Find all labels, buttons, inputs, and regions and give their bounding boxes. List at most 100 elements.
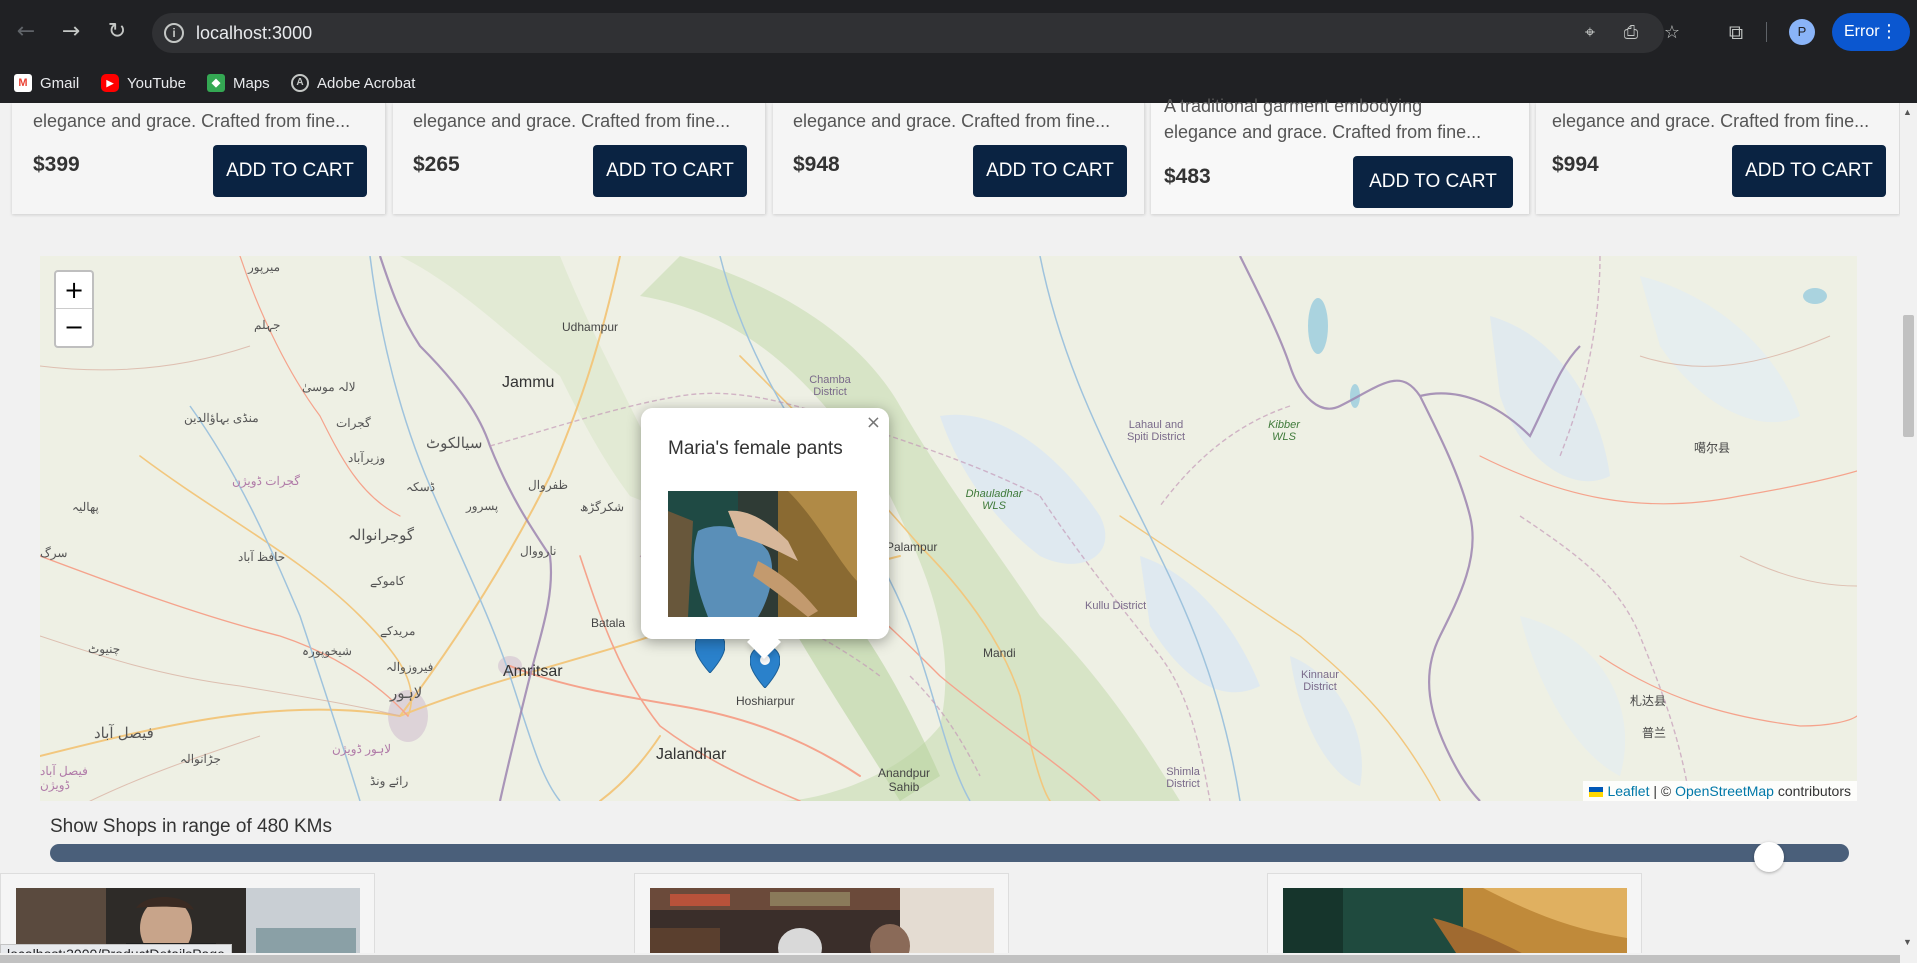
map-label-daska: ڈسکہ <box>406 480 436 494</box>
zoom-out-button[interactable]: − <box>56 309 92 346</box>
map-label-palampur: Palampur <box>886 540 938 554</box>
map-label-wazirabad: وزیرآباد <box>348 451 386 465</box>
product-price: $483 <box>1164 165 1211 188</box>
add-to-cart-button[interactable]: ADD TO CART <box>1732 145 1886 197</box>
bookmark-gmail[interactable]: M Gmail <box>14 69 79 97</box>
map-label-lahore-division: لاہور ڈویژن <box>332 742 392 756</box>
map-label-kinnaur: Kinnaur District <box>1301 669 1339 693</box>
bookmark-youtube[interactable]: ▶ YouTube <box>101 69 186 97</box>
bookmark-label: Gmail <box>40 74 80 92</box>
product-card[interactable]: elegance and grace. Crafted from fine...… <box>773 103 1145 214</box>
product-card[interactable]: A traditional garment embodying elegance… <box>1151 96 1530 214</box>
map-label-narowal: نارووال <box>520 544 557 558</box>
vertical-scroll-thumb[interactable] <box>1903 315 1914 437</box>
youtube-icon: ▶ <box>101 74 119 92</box>
map-label-sargodha: سرگ <box>40 546 68 560</box>
shop-map[interactable]: Udhampur Jammu Chamba District Lahaul an… <box>40 256 1857 801</box>
horizontal-scrollbar[interactable] <box>0 953 1900 963</box>
error-label: Error <box>1844 23 1880 40</box>
bookmark-star-icon[interactable]: ☆ <box>1660 21 1684 45</box>
product-card[interactable]: elegance and grace. Crafted from fine...… <box>12 103 386 214</box>
acrobat-icon: A <box>291 74 309 92</box>
map-label-gujrat-division: گجرات ڈویژن <box>232 474 300 488</box>
map-label-faisalabad-division: فیصل آباد ڈویژن <box>40 764 88 792</box>
map-label-hoshiarpur: Hoshiarpur <box>736 694 795 708</box>
profile-avatar[interactable]: P <box>1789 19 1815 45</box>
forward-arrow-icon[interactable]: → <box>55 16 87 48</box>
popup-close-icon[interactable]: × <box>866 412 881 433</box>
shop-card[interactable] <box>1267 873 1642 963</box>
extensions-icon[interactable]: ⧉ <box>1723 19 1749 45</box>
bookmark-maps[interactable]: ◆ Maps <box>207 69 270 97</box>
map-label-sheikhupura: شیخوپورہ <box>302 644 352 658</box>
map-label-batala: Batala <box>591 616 626 630</box>
install-app-icon[interactable]: ⎙ <box>1619 21 1643 45</box>
map-label-gujranwala: گوجرانوالہ <box>348 527 415 544</box>
reload-icon[interactable]: ↻ <box>101 16 133 48</box>
leaflet-link[interactable]: Leaflet <box>1607 783 1649 799</box>
map-label-lalamusa: لالہ موسیٰ <box>302 380 356 394</box>
bookmark-label: YouTube <box>127 74 186 92</box>
add-to-cart-button[interactable]: ADD TO CART <box>593 145 747 197</box>
product-description: elegance and grace. Crafted from fine... <box>1552 111 1870 131</box>
range-slider-track[interactable] <box>50 844 1849 862</box>
map-attribution: Leaflet | © OpenStreetMap contributors <box>1583 781 1857 801</box>
range-slider-thumb[interactable] <box>1753 842 1784 872</box>
address-bar-url[interactable]: localhost:3000 <box>196 23 312 44</box>
scroll-down-icon[interactable]: ▼ <box>1903 937 1912 947</box>
map-label-hafizabad: حافظ آباد <box>238 550 286 564</box>
map-tiles <box>40 256 1857 801</box>
address-bar[interactable]: i localhost:3000 ⌖ ⎙ ☆ <box>152 13 1680 53</box>
add-to-cart-button[interactable]: ADD TO CART <box>973 145 1127 197</box>
map-label-faisalabad: فیصل آباد <box>94 725 154 742</box>
add-to-cart-button[interactable]: ADD TO CART <box>213 145 367 197</box>
openstreetmap-link[interactable]: OpenStreetMap <box>1675 783 1774 799</box>
map-label-lahaul: Lahaul and Spiti District <box>1126 419 1186 443</box>
product-card[interactable]: elegance and grace. Crafted from fine...… <box>393 103 766 214</box>
map-label-ferozwala: فیروزوالہ <box>386 660 434 674</box>
product-description: elegance and grace. Crafted from fine... <box>1164 122 1482 142</box>
product-description-line1: A traditional garment embodying <box>1164 96 1423 116</box>
horizontal-scroll-thumb[interactable] <box>0 955 1900 963</box>
product-price: $948 <box>793 153 840 176</box>
map-label-mirpur: میرپور <box>248 260 281 274</box>
product-price: $399 <box>33 153 80 176</box>
shop-image <box>650 888 994 963</box>
scroll-up-icon[interactable]: ▲ <box>1903 107 1912 117</box>
map-label-anandpur: Anandpur Sahib <box>877 766 931 794</box>
map-label-gujrat: گجرات <box>336 416 371 430</box>
add-to-cart-button[interactable]: ADD TO CART <box>1353 156 1513 208</box>
shop-photo <box>650 888 994 963</box>
product-description: elegance and grace. Crafted from fine... <box>413 111 731 131</box>
map-label-pulan: 普兰 <box>1642 726 1667 740</box>
shop-image <box>1283 888 1627 963</box>
map-label-shakargarh: شکرگڑھ <box>580 500 625 514</box>
zoom-in-button[interactable]: + <box>56 272 92 309</box>
map-label-chamba: Chamba District <box>809 374 851 398</box>
map-label-udhampur: Udhampur <box>562 320 619 334</box>
map-label-zafarwal: ظفروال <box>528 478 569 492</box>
site-info-icon[interactable]: i <box>164 23 184 43</box>
bookmark-acrobat[interactable]: A Adobe Acrobat <box>291 69 415 97</box>
attribution-suffix: contributors <box>1773 783 1851 799</box>
map-label-mandi-bahauddin: منڈی بہاؤالدین <box>184 411 259 425</box>
map-label-kamoke: کاموکے <box>370 574 405 588</box>
product-card[interactable]: elegance and grace. Crafted from fine...… <box>1536 103 1900 214</box>
map-label-lahore: لاہور <box>390 685 423 702</box>
error-button[interactable]: Error ⋮ <box>1832 13 1910 51</box>
back-arrow-icon[interactable]: ← <box>10 16 42 48</box>
vertical-scrollbar[interactable]: ▲ ▼ <box>1900 103 1917 963</box>
attribution-separator: | © <box>1649 783 1676 799</box>
shop-popup: × Maria's female pants <box>641 408 889 659</box>
location-icon[interactable]: ⌖ <box>1578 21 1602 45</box>
product-description: elegance and grace. Crafted from fine... <box>793 111 1111 131</box>
shop-card[interactable] <box>634 873 1009 963</box>
map-label-jaranwala: جڑانوالہ <box>180 752 221 766</box>
map-label-pasrur: پسرور <box>466 499 499 513</box>
browser-chrome: ← → ↻ i localhost:3000 ⌖ ⎙ ☆ ⧉ P Error ⋮… <box>0 0 1917 103</box>
map-label-kullu: Kullu District <box>1085 600 1147 612</box>
map-label-raiwind: رائے ونڈ <box>370 774 409 788</box>
ukraine-flag-icon <box>1589 787 1604 798</box>
popup-product-image <box>668 491 857 617</box>
product-price: $265 <box>413 153 460 176</box>
